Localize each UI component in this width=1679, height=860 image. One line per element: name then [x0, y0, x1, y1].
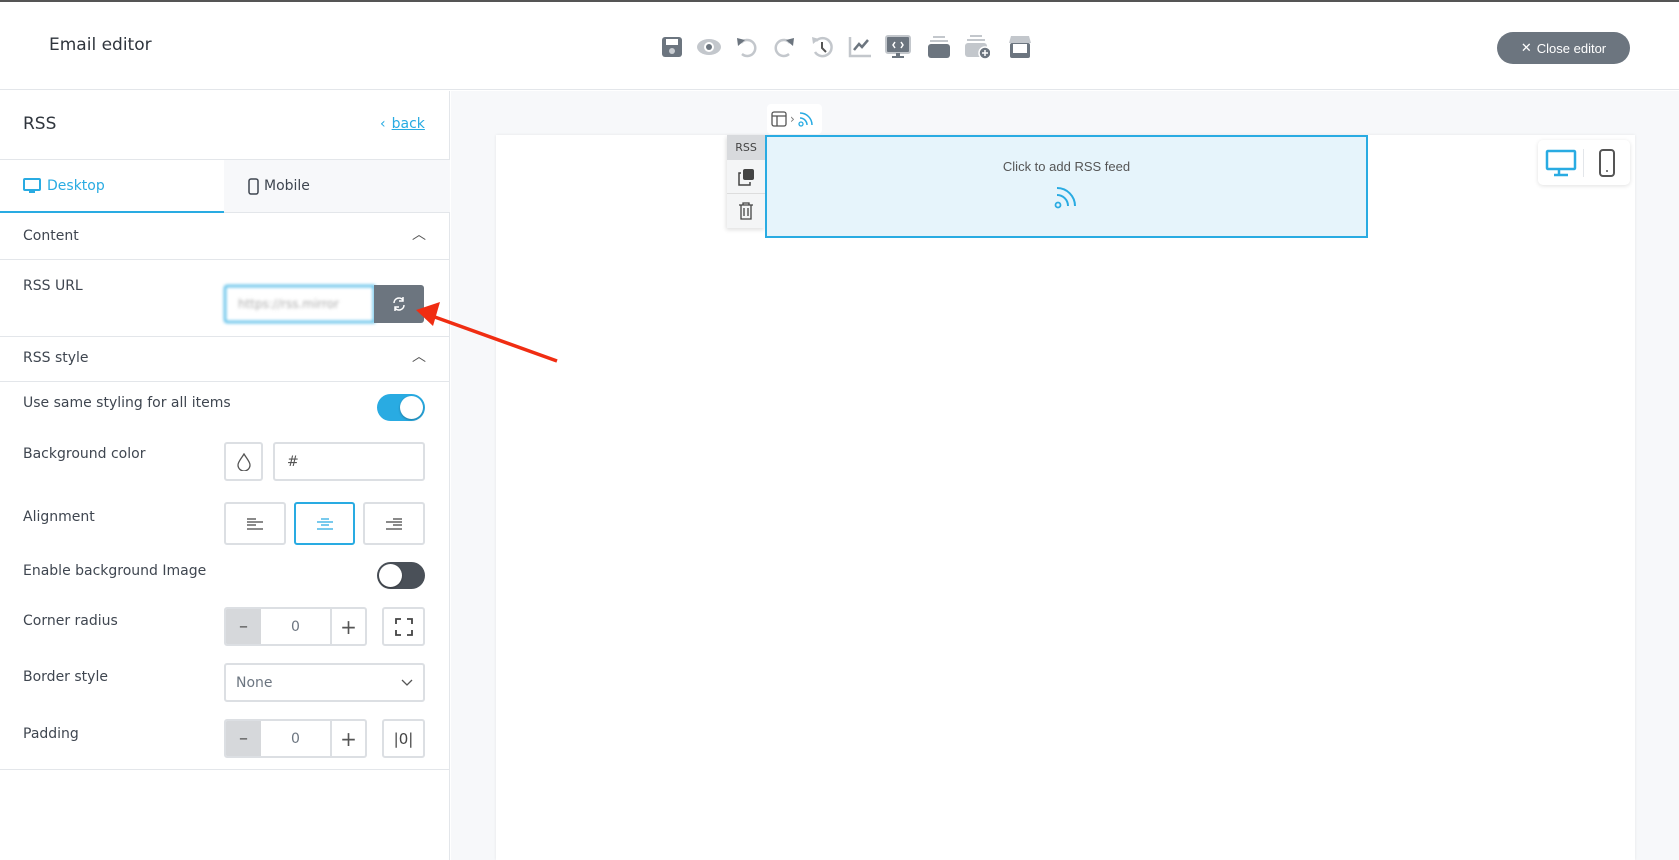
align-center-icon	[316, 517, 333, 530]
desktop-icon	[1545, 149, 1576, 176]
decrement-button[interactable]: –	[226, 609, 261, 644]
padding-individual-button[interactable]: |0|	[382, 719, 425, 758]
align-right-button[interactable]	[363, 502, 425, 545]
chevron-down-icon	[401, 679, 413, 686]
template-stack-icon[interactable]	[926, 34, 952, 60]
preview-icon[interactable]	[696, 34, 722, 60]
desktop-icon	[23, 177, 41, 193]
properties-panel: RSS ‹ back Desktop Mobile Content ︿ RSS U…	[0, 91, 450, 860]
increment-button[interactable]: +	[332, 721, 365, 756]
bg-image-label: Enable background Image	[23, 563, 207, 579]
add-template-icon[interactable]	[964, 34, 990, 60]
chevron-up-icon[interactable]: ︿	[412, 224, 426, 244]
border-style-select[interactable]: None	[224, 663, 425, 702]
bg-color-label: Background color	[23, 446, 146, 462]
layout-icon[interactable]	[771, 111, 787, 127]
color-picker-button[interactable]	[224, 442, 263, 481]
corner-radius-stepper: –0 +	[224, 607, 367, 646]
rss-icon	[1054, 187, 1076, 209]
block-tag: RSS	[727, 135, 765, 160]
rss-icon[interactable]	[798, 111, 814, 127]
rss-placeholder: Click to add RSS feed	[1002, 159, 1131, 174]
rss-url-input[interactable]: https://rss.mirror	[224, 285, 375, 323]
device-switcher	[1538, 140, 1630, 185]
align-left-button[interactable]	[224, 502, 286, 545]
desktop-view-button[interactable]	[1538, 148, 1584, 177]
corners-icon	[394, 617, 413, 636]
back-link[interactable]: ‹ back	[380, 116, 425, 132]
mobile-icon	[1599, 148, 1615, 177]
undo-icon[interactable]	[733, 34, 759, 60]
mobile-icon	[248, 177, 259, 195]
corner-individual-button[interactable]	[382, 607, 425, 646]
align-right-icon	[386, 517, 402, 530]
alignment-label: Alignment	[23, 509, 95, 525]
close-icon: ✕	[1520, 40, 1532, 55]
content-section-header[interactable]: Content	[23, 228, 79, 244]
same-styling-label: Use same styling for all items	[23, 395, 231, 411]
save-icon[interactable]	[659, 34, 685, 60]
email-canvas	[496, 135, 1635, 860]
duplicate-icon	[738, 168, 754, 186]
bg-color-input[interactable]: #	[273, 442, 425, 481]
block-toolbar: RSS	[727, 135, 765, 228]
chevron-up-icon[interactable]: ︿	[412, 346, 426, 366]
padding-stepper: –0 +	[224, 719, 367, 758]
bg-image-toggle[interactable]	[377, 562, 425, 589]
redo-icon[interactable]	[772, 34, 798, 60]
padding-label: Padding	[23, 726, 79, 742]
delete-button[interactable]	[727, 194, 765, 228]
refresh-icon	[393, 297, 405, 311]
breadcrumb: ›	[767, 104, 822, 134]
store-icon[interactable]	[1007, 34, 1033, 60]
droplet-icon	[236, 452, 251, 471]
chevron-right-icon: ›	[790, 112, 795, 126]
trash-icon	[739, 202, 753, 220]
app-title: Email editor	[49, 35, 152, 55]
padding-input[interactable]: 0	[261, 721, 332, 756]
tab-mobile[interactable]: Mobile	[224, 160, 450, 213]
mobile-view-button[interactable]	[1584, 148, 1630, 177]
code-view-icon[interactable]	[885, 34, 911, 60]
close-editor-button[interactable]: ✕ Close editor	[1497, 32, 1630, 64]
header: Email editor ✕ Close editor	[0, 2, 1679, 90]
decrement-button[interactable]: –	[226, 721, 261, 756]
corner-radius-input[interactable]: 0	[261, 609, 332, 644]
increment-button[interactable]: +	[332, 609, 365, 644]
corner-radius-label: Corner radius	[23, 613, 118, 629]
border-style-label: Border style	[23, 669, 108, 685]
padding-sides-icon: |0|	[393, 729, 414, 748]
analytics-icon[interactable]	[847, 34, 873, 60]
rss-style-section-header[interactable]: RSS style	[23, 350, 89, 366]
rss-url-label: RSS URL	[23, 278, 83, 294]
rss-block[interactable]: Click to add RSS feed	[765, 135, 1368, 238]
history-icon[interactable]	[809, 34, 835, 60]
chevron-left-icon: ‹	[380, 116, 386, 132]
align-center-button[interactable]	[294, 502, 355, 545]
tab-desktop[interactable]: Desktop	[0, 160, 224, 213]
panel-title: RSS	[23, 114, 57, 134]
duplicate-button[interactable]	[727, 160, 765, 194]
same-styling-toggle[interactable]	[377, 394, 425, 421]
align-left-icon	[247, 517, 263, 530]
refresh-button[interactable]	[374, 285, 424, 323]
